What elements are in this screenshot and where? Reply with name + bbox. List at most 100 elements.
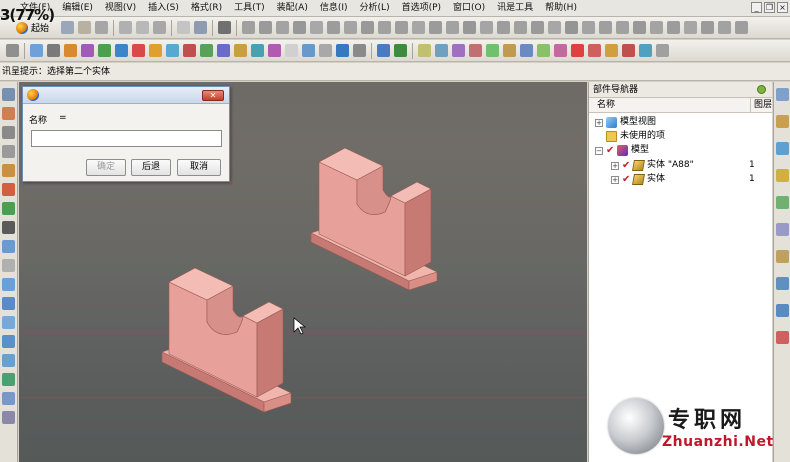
dialog-close-button[interactable]: ✕: [202, 90, 224, 101]
menu-xunshi-tools[interactable]: 讯是工具: [491, 0, 539, 17]
view-trimetric-icon[interactable]: [429, 21, 443, 34]
view-top-icon[interactable]: [378, 21, 392, 34]
open-file-icon[interactable]: [78, 21, 92, 34]
sweep-icon[interactable]: [64, 44, 77, 57]
history-icon[interactable]: [775, 142, 789, 155]
menu-window[interactable]: 窗口(O): [447, 0, 491, 17]
pin-icon[interactable]: [757, 85, 766, 94]
palette-icon[interactable]: [775, 223, 789, 236]
menu-info[interactable]: 信息(I): [314, 0, 354, 17]
mass-properties-icon[interactable]: [639, 44, 652, 57]
tree-item-model[interactable]: − ✔ 模型: [595, 144, 649, 157]
line-icon[interactable]: [2, 126, 15, 139]
process-studio-icon[interactable]: [775, 304, 789, 317]
solid-b[interactable]: [161, 267, 292, 413]
print-icon[interactable]: [218, 21, 232, 34]
column-layer[interactable]: 图层: [750, 98, 772, 113]
subtract-icon[interactable]: [200, 44, 213, 57]
ok-button[interactable]: 确定: [86, 159, 126, 176]
reuse-library-icon[interactable]: [775, 169, 789, 182]
fit-view-icon[interactable]: [242, 21, 256, 34]
instance-icon[interactable]: [302, 44, 315, 57]
tree-item-unused[interactable]: 未使用的项: [606, 130, 665, 143]
solid-a88[interactable]: [310, 147, 438, 291]
boss-icon[interactable]: [98, 44, 111, 57]
paste-icon[interactable]: [153, 21, 167, 34]
roles-icon[interactable]: [775, 250, 789, 263]
intersect-icon[interactable]: [217, 44, 230, 57]
preferences-icon[interactable]: [701, 21, 715, 34]
spline-icon[interactable]: [2, 183, 15, 196]
cancel-button[interactable]: 取消: [177, 159, 221, 176]
circle-icon[interactable]: [2, 164, 15, 177]
edge-blend-icon[interactable]: [234, 44, 247, 57]
view-front-icon[interactable]: [361, 21, 375, 34]
snap-icon[interactable]: [480, 21, 494, 34]
mesh-icon[interactable]: [2, 316, 15, 329]
datum-plane-icon[interactable]: [336, 44, 349, 57]
measure-distance-icon[interactable]: [605, 44, 618, 57]
checkmark-icon[interactable]: ✔: [606, 146, 615, 156]
revolve-icon[interactable]: [47, 44, 60, 57]
checkmark-icon[interactable]: ✔: [622, 161, 631, 171]
delete-face-icon[interactable]: [537, 44, 550, 57]
show-icon[interactable]: [582, 21, 596, 34]
back-button[interactable]: 后退: [131, 159, 171, 176]
split-body-icon[interactable]: [469, 44, 482, 57]
menu-assembly[interactable]: 装配(A): [271, 0, 314, 17]
menu-help[interactable]: 帮助(H): [539, 0, 583, 17]
save-icon[interactable]: [95, 21, 109, 34]
shaded-icon[interactable]: [327, 21, 341, 34]
offset-face-icon[interactable]: [503, 44, 516, 57]
offset-curve-icon[interactable]: [2, 202, 15, 215]
arrow-left-icon[interactable]: [571, 44, 584, 57]
menu-edit[interactable]: 编辑(E): [56, 0, 99, 17]
cut-icon[interactable]: [119, 21, 133, 34]
more-left-icon[interactable]: [2, 411, 15, 424]
through-curves-icon[interactable]: [2, 392, 15, 405]
delete-icon[interactable]: [177, 21, 191, 34]
view-right-icon[interactable]: [395, 21, 409, 34]
arc-icon[interactable]: [2, 145, 15, 158]
pad-icon[interactable]: [132, 44, 145, 57]
expand-icon[interactable]: +: [611, 175, 619, 184]
view-iso-icon[interactable]: [412, 21, 426, 34]
pan-icon[interactable]: [276, 21, 290, 34]
select-icon[interactable]: [2, 88, 15, 101]
cylinder-icon[interactable]: [2, 240, 15, 253]
unite-icon[interactable]: [183, 44, 196, 57]
translucency-icon[interactable]: [633, 21, 647, 34]
filter-icon[interactable]: [497, 21, 511, 34]
surface-icon[interactable]: [2, 297, 15, 310]
sew-icon[interactable]: [486, 44, 499, 57]
draft-icon[interactable]: [285, 44, 298, 57]
system-materials-icon[interactable]: [775, 277, 789, 290]
minimize-icon[interactable]: _: [751, 2, 762, 13]
part-navigator-icon[interactable]: [775, 115, 789, 128]
menu-format[interactable]: 格式(R): [185, 0, 228, 17]
new-file-icon[interactable]: [61, 21, 75, 34]
name-input[interactable]: [31, 130, 222, 147]
datum-axis-icon[interactable]: [353, 44, 366, 57]
tree-item-model-views[interactable]: + 模型视图: [595, 116, 656, 129]
tree-item-solid[interactable]: + ✔ 实体: [611, 173, 665, 186]
layer-icon[interactable]: [446, 21, 460, 34]
law-icon[interactable]: [2, 354, 15, 367]
assembly-navigator-icon[interactable]: [775, 88, 789, 101]
menu-tools[interactable]: 工具(T): [228, 0, 271, 17]
collapse-icon[interactable]: −: [595, 146, 603, 155]
checkmark-icon[interactable]: ✔: [622, 175, 631, 185]
web-browser-icon[interactable]: [775, 196, 789, 209]
bridge-icon[interactable]: [2, 335, 15, 348]
column-name[interactable]: 名称: [597, 98, 615, 113]
cone-icon[interactable]: [2, 259, 15, 272]
undo-icon[interactable]: [194, 21, 208, 34]
sketch-icon[interactable]: [6, 44, 19, 57]
replace-face-icon[interactable]: [520, 44, 533, 57]
edit-object-icon[interactable]: [599, 21, 613, 34]
restore-icon[interactable]: ❐: [764, 2, 775, 13]
info-icon[interactable]: [650, 21, 664, 34]
close-icon[interactable]: ×: [777, 2, 788, 13]
pocket-icon[interactable]: [115, 44, 128, 57]
mirror-icon[interactable]: [319, 44, 332, 57]
